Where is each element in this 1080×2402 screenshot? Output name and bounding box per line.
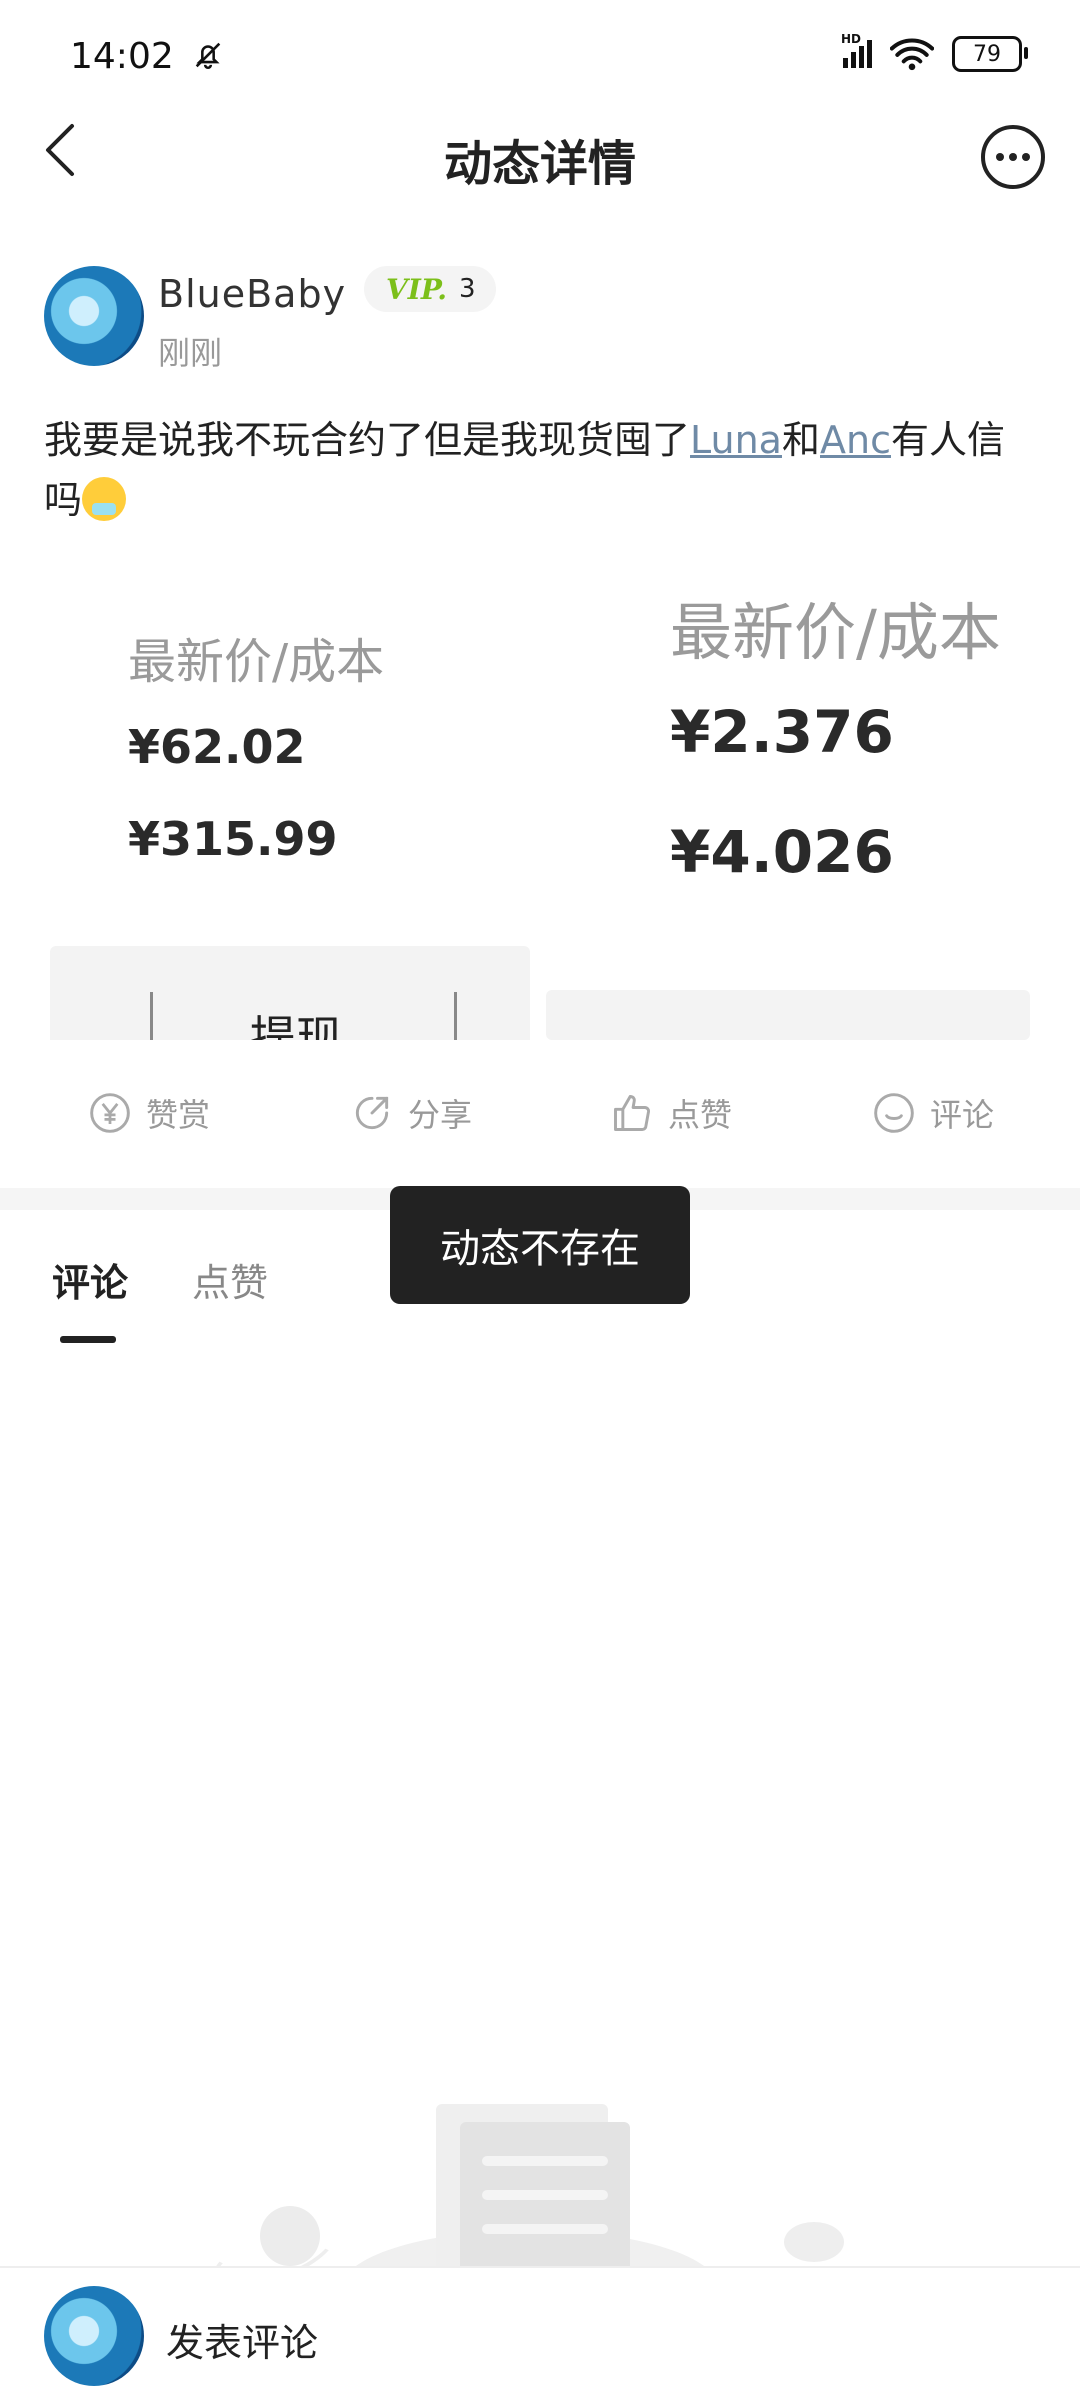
small-planet-illustration <box>784 2222 844 2262</box>
share-button[interactable]: 分享 <box>350 1090 472 1136</box>
like-button[interactable]: 点赞 <box>610 1090 732 1136</box>
toast-message: 动态不存在 <box>390 1186 690 1304</box>
signal-icon: HD <box>841 32 872 68</box>
wifi-icon <box>890 38 934 71</box>
post-image-1[interactable]: 最新价/成本 ¥62.02 ¥315.99 提现 <box>44 560 534 1040</box>
vip-badge: VIP. 3 <box>364 266 496 312</box>
comment-smile-icon <box>874 1093 914 1133</box>
comment-button[interactable]: 评论 <box>872 1090 994 1136</box>
post-time: 刚刚 <box>158 334 223 372</box>
thumbs-up-icon <box>614 1095 650 1131</box>
mute-bell-icon <box>195 42 221 69</box>
comment-input[interactable]: 发表评论 <box>166 2312 318 2367</box>
image-price-label: 最新价/成本 <box>670 596 1001 669</box>
share-icon <box>355 1096 389 1130</box>
author-name[interactable]: BlueBaby <box>158 272 346 316</box>
user-avatar <box>44 2286 144 2386</box>
planet-illustration <box>260 2206 320 2266</box>
image-price-latest: ¥62.02 <box>128 720 306 774</box>
tab-likes[interactable]: 点赞 <box>192 1252 268 1307</box>
image-bottom-panel <box>546 990 1030 1040</box>
vip-icon: VIP. <box>386 272 447 306</box>
emoji-icon <box>82 477 127 521</box>
link-anc[interactable]: Anc <box>820 418 891 462</box>
vip-level: 3 <box>459 274 476 304</box>
action-bar: 赞赏 分享 点赞 评论 <box>0 1090 1080 1150</box>
post-image-2[interactable]: 最新价/成本 ¥2.376 ¥4.026 <box>546 560 1036 1040</box>
more-options-icon[interactable] <box>980 124 1046 190</box>
reward-button[interactable]: 赞赏 <box>88 1090 210 1136</box>
tab-comments[interactable]: 评论 <box>52 1252 128 1307</box>
image-price-latest: ¥2.376 <box>670 698 894 766</box>
battery-indicator: 79 <box>952 36 1028 72</box>
link-luna[interactable]: Luna <box>690 418 782 462</box>
image-withdraw-area: 提现 <box>50 946 530 1040</box>
status-icons: HD 79 <box>841 32 1028 72</box>
page-title: 动态详情 <box>443 136 636 192</box>
author-avatar[interactable] <box>44 266 144 366</box>
image-price-cost: ¥315.99 <box>128 812 338 866</box>
image-price-cost: ¥4.026 <box>670 818 894 886</box>
tab-indicator <box>60 1336 116 1343</box>
status-time: 14:02 <box>70 36 225 77</box>
bottom-comment-bar: 发表评论 <box>0 2266 1080 2402</box>
image-withdraw-label: 提现 <box>250 1011 342 1040</box>
post-content: 我要是说我不玩合约了但是我现货囤了Luna和Anc有人信吗 <box>44 418 1005 522</box>
image-price-label: 最新价/成本 <box>128 634 385 690</box>
yen-coin-icon <box>90 1093 130 1133</box>
